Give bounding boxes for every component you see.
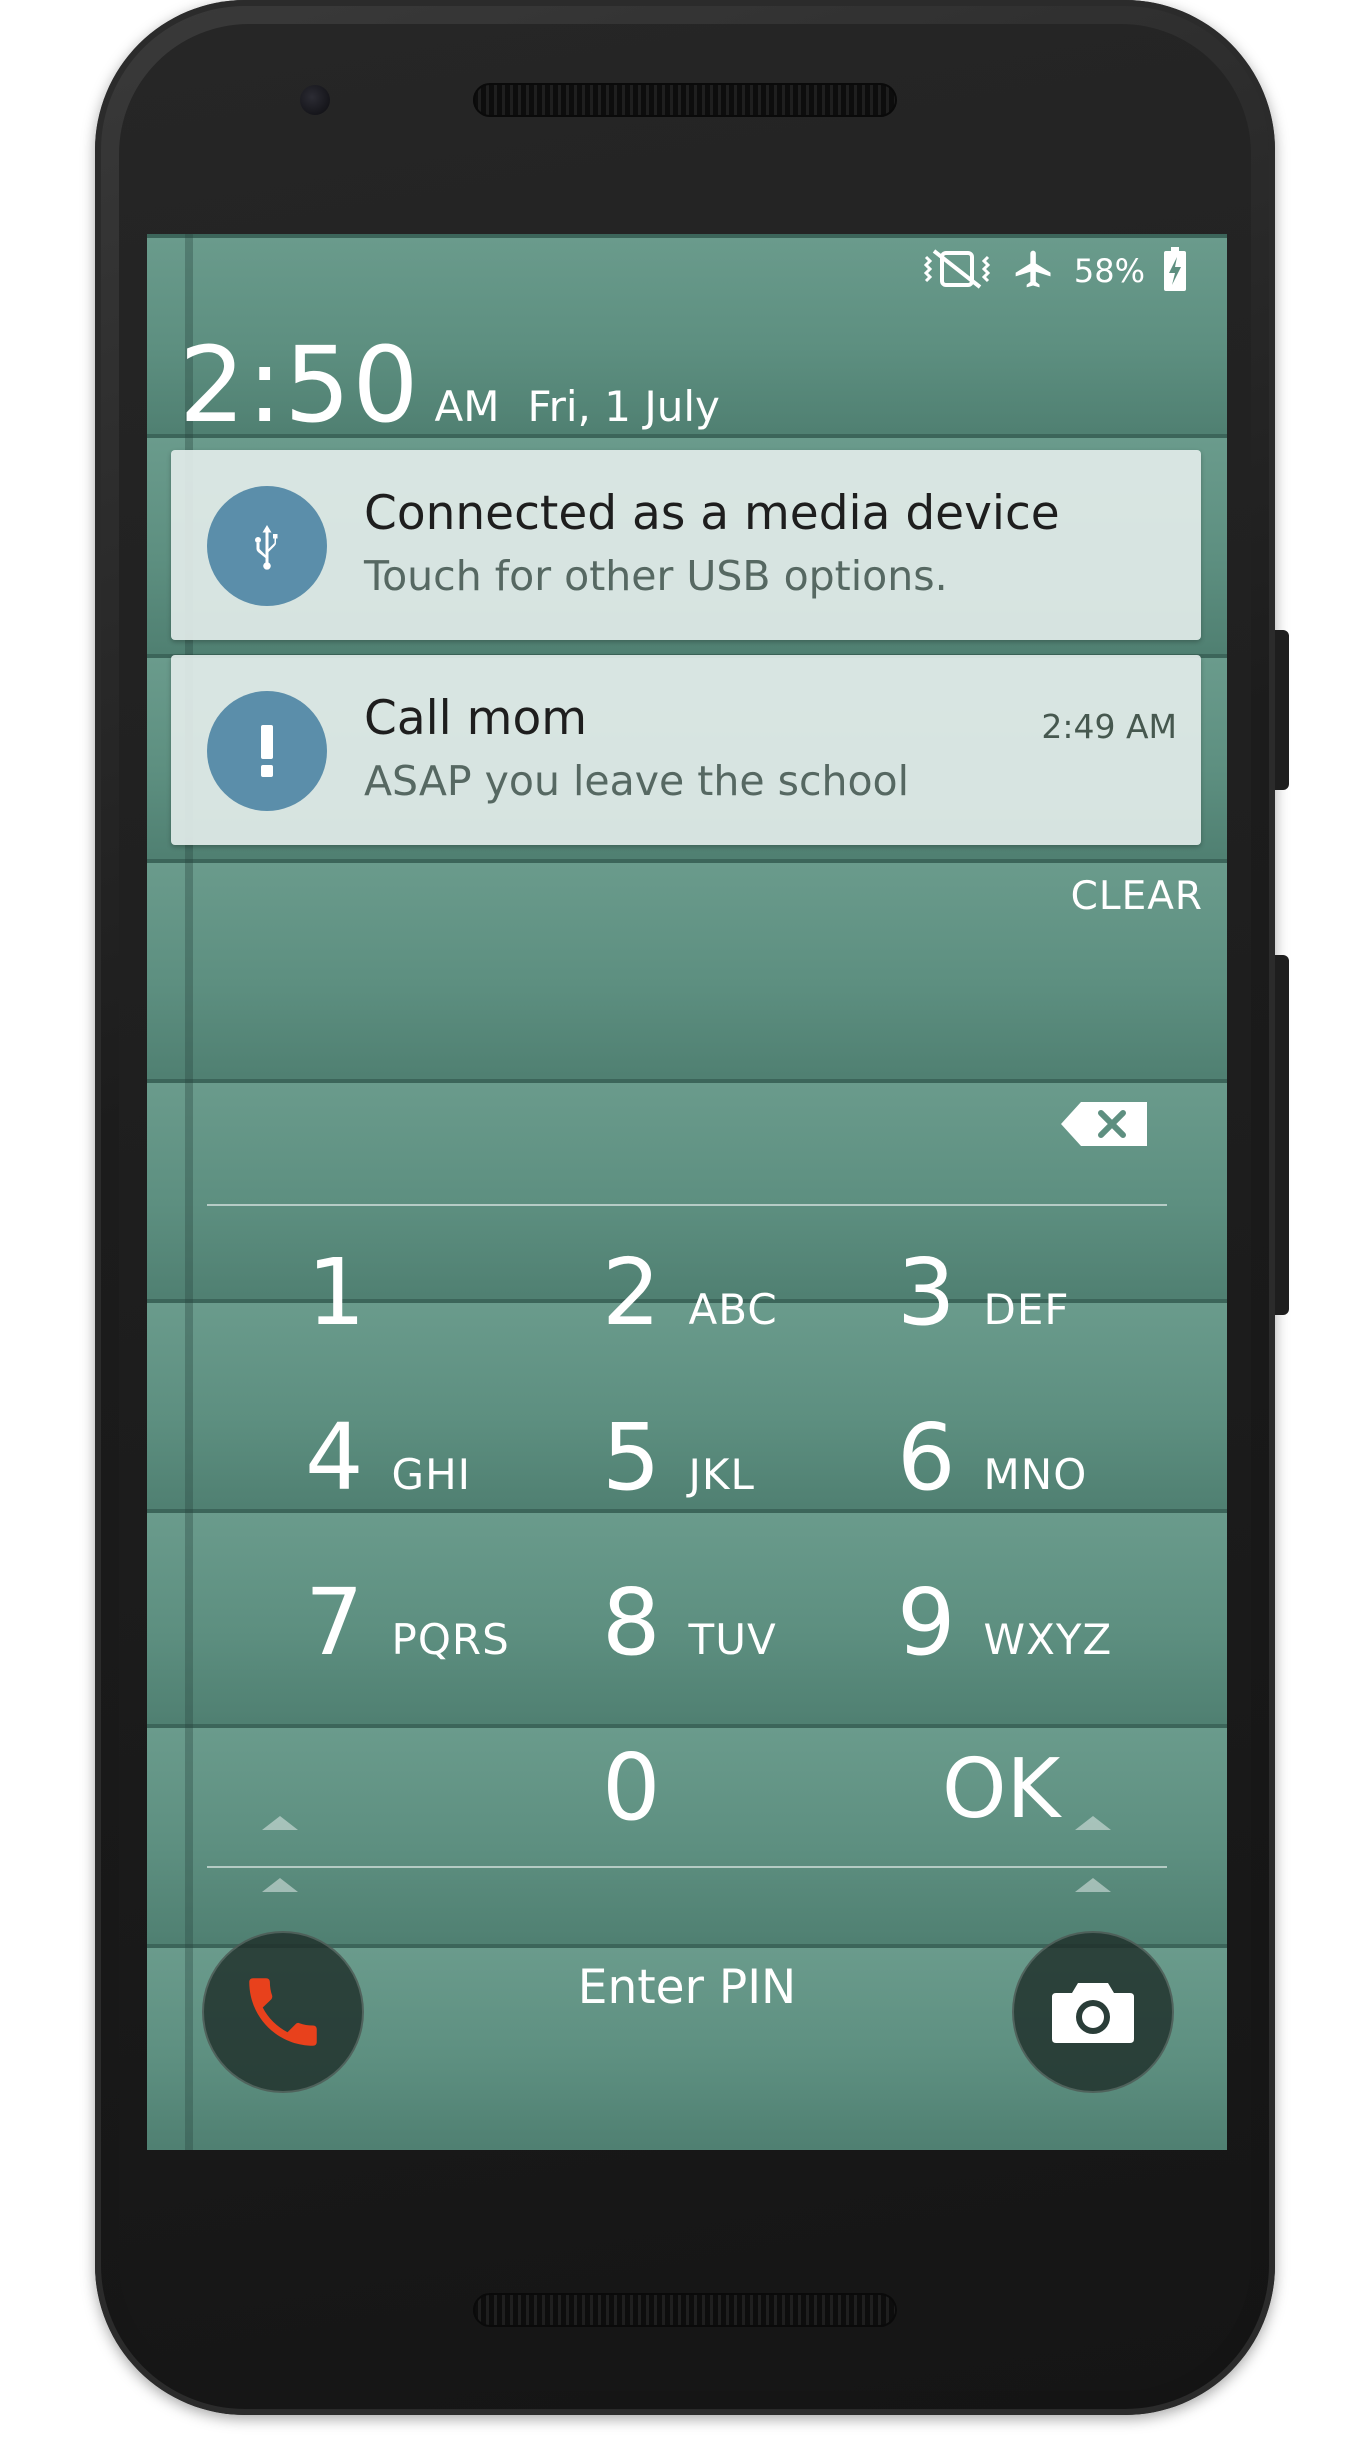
chevron-up-icon bbox=[262, 1816, 298, 1830]
key-letters: PQRS bbox=[391, 1615, 510, 1664]
key-letters: MNO bbox=[983, 1450, 1088, 1499]
keypad-top-divider bbox=[207, 1204, 1167, 1206]
keypad-bottom-divider bbox=[207, 1866, 1167, 1868]
wallpaper-plank bbox=[147, 859, 1227, 1083]
key-digit: 6 bbox=[897, 1404, 956, 1511]
key-letters: ABC bbox=[688, 1285, 778, 1334]
usb-icon bbox=[207, 486, 327, 606]
chevron-up-icon bbox=[1075, 1816, 1111, 1830]
key-digit: 9 bbox=[897, 1569, 956, 1676]
front-camera bbox=[300, 85, 330, 115]
top-speaker bbox=[473, 83, 897, 117]
key-4[interactable]: 4 GHI bbox=[305, 1404, 595, 1534]
status-bar: 58% bbox=[920, 246, 1187, 296]
notification-title: Call mom bbox=[364, 691, 587, 746]
notification-text: Touch for other USB options. bbox=[364, 552, 948, 600]
backspace-button[interactable] bbox=[1059, 1100, 1149, 1148]
key-letters: JKL bbox=[688, 1450, 755, 1499]
key-letters: DEF bbox=[983, 1285, 1070, 1334]
key-8[interactable]: 8 TUV bbox=[602, 1569, 892, 1699]
clock-date: Fri, 1 July bbox=[527, 382, 720, 431]
key-2[interactable]: 2 ABC bbox=[602, 1239, 892, 1369]
key-letters: WXYZ bbox=[983, 1615, 1113, 1664]
key-5[interactable]: 5 JKL bbox=[602, 1404, 892, 1534]
key-1[interactable]: 1 bbox=[307, 1239, 597, 1369]
battery-charging-icon bbox=[1163, 247, 1187, 295]
lockscreen-clock: 2:50 AM Fri, 1 July bbox=[179, 324, 720, 446]
key-3[interactable]: 3 DEF bbox=[897, 1239, 1187, 1369]
notification-text: ASAP you leave the school bbox=[364, 757, 910, 805]
ok-label: OK bbox=[942, 1742, 1061, 1837]
battery-percent: 58% bbox=[1073, 252, 1145, 290]
camera-shortcut-button[interactable] bbox=[1012, 1931, 1174, 2093]
clock-ampm: AM bbox=[434, 382, 500, 431]
key-letters: TUV bbox=[688, 1615, 777, 1664]
key-digit: 8 bbox=[602, 1569, 661, 1676]
alert-icon bbox=[207, 691, 327, 811]
notification-time: 2:49 AM bbox=[1041, 707, 1177, 746]
clear-notifications-button[interactable]: CLEAR bbox=[1071, 874, 1203, 919]
key-digit: 1 bbox=[307, 1239, 366, 1346]
vibrate-icon bbox=[920, 249, 994, 293]
key-digit: 2 bbox=[602, 1239, 661, 1346]
camera-icon bbox=[1052, 1983, 1134, 2043]
chevron-up-icon bbox=[262, 1878, 298, 1892]
notification-usb[interactable]: Connected as a media device Touch for ot… bbox=[171, 450, 1201, 640]
backspace-icon bbox=[1061, 1102, 1147, 1146]
key-digit: 3 bbox=[897, 1239, 956, 1346]
notification-reminder[interactable]: Call mom ASAP you leave the school 2:49 … bbox=[171, 655, 1201, 845]
bottom-speaker bbox=[473, 2293, 897, 2327]
key-letters: GHI bbox=[391, 1450, 472, 1499]
key-digit: 5 bbox=[602, 1404, 661, 1511]
clock-time: 2:50 bbox=[179, 324, 421, 446]
key-digit: 7 bbox=[305, 1569, 364, 1676]
key-digit: 4 bbox=[305, 1404, 364, 1511]
key-7[interactable]: 7 PQRS bbox=[305, 1569, 595, 1699]
chevron-up-icon bbox=[1075, 1878, 1111, 1892]
ok-button[interactable]: OK bbox=[942, 1742, 1227, 1872]
key-9[interactable]: 9 WXYZ bbox=[897, 1569, 1187, 1699]
volume-button bbox=[1275, 955, 1289, 1315]
key-0[interactable]: 0 bbox=[602, 1734, 892, 1864]
key-6[interactable]: 6 MNO bbox=[897, 1404, 1187, 1534]
airplane-icon bbox=[1012, 247, 1056, 295]
lock-screen: 58% 2:50 AM Fri, 1 July Connected as a m… bbox=[147, 234, 1227, 2150]
power-button bbox=[1275, 630, 1289, 790]
key-digit: 0 bbox=[602, 1734, 661, 1841]
notification-title: Connected as a media device bbox=[364, 486, 1060, 541]
